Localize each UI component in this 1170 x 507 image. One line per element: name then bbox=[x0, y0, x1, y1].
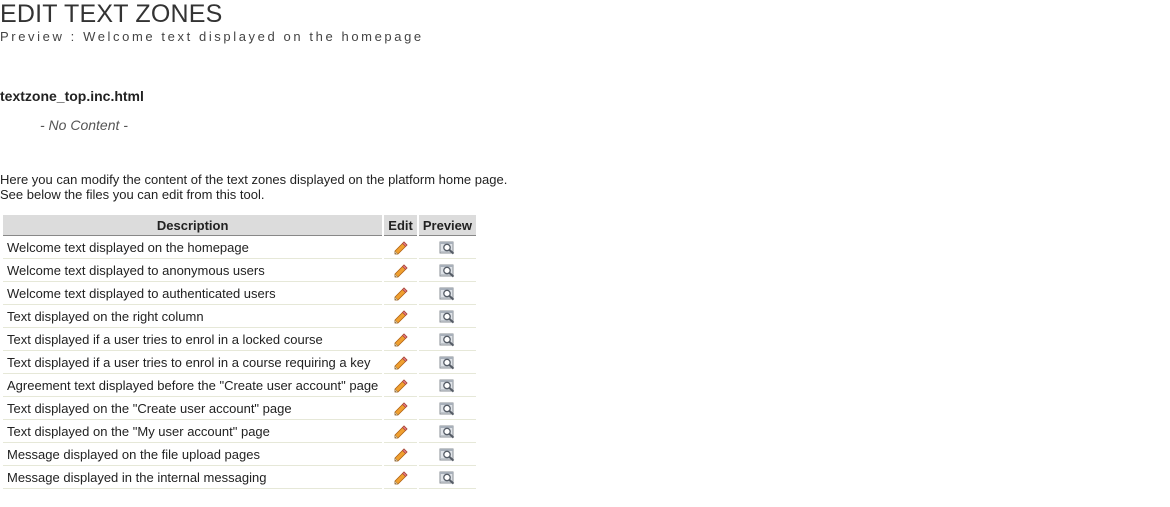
table-row: Text displayed on the right column bbox=[3, 305, 477, 328]
table-row: Text displayed if a user tries to enrol … bbox=[3, 351, 477, 374]
magnifier-preview-icon[interactable] bbox=[439, 447, 456, 462]
preview-cell bbox=[418, 328, 477, 351]
preview-cell bbox=[418, 282, 477, 305]
edit-cell bbox=[384, 351, 417, 374]
magnifier-preview-icon[interactable] bbox=[439, 286, 456, 301]
magnifier-preview-icon[interactable] bbox=[439, 470, 456, 485]
edit-cell bbox=[384, 328, 417, 351]
pencil-icon[interactable] bbox=[394, 356, 408, 370]
pencil-icon[interactable] bbox=[394, 333, 408, 347]
pencil-icon[interactable] bbox=[394, 241, 408, 255]
edit-cell bbox=[384, 374, 417, 397]
pencil-icon[interactable] bbox=[394, 402, 408, 416]
preview-cell bbox=[418, 305, 477, 328]
preview-file-name: textzone_top.inc.html bbox=[0, 88, 144, 104]
pencil-icon[interactable] bbox=[394, 448, 408, 462]
row-description: Message displayed on the file upload pag… bbox=[3, 443, 383, 466]
table-row: Text displayed if a user tries to enrol … bbox=[3, 328, 477, 351]
preview-cell bbox=[418, 420, 477, 443]
row-description: Text displayed if a user tries to enrol … bbox=[3, 328, 383, 351]
row-description: Text displayed on the "Create user accou… bbox=[3, 397, 383, 420]
table-row: Welcome text displayed to anonymous user… bbox=[3, 259, 477, 282]
table-row: Message displayed in the internal messag… bbox=[3, 466, 477, 489]
row-description: Text displayed on the right column bbox=[3, 305, 383, 328]
intro-line-1: Here you can modify the content of the t… bbox=[0, 172, 508, 187]
row-description: Text displayed on the "My user account" … bbox=[3, 420, 383, 443]
table-row: Agreement text displayed before the "Cre… bbox=[3, 374, 477, 397]
pencil-icon[interactable] bbox=[394, 287, 408, 301]
preview-cell bbox=[418, 259, 477, 282]
edit-cell bbox=[384, 282, 417, 305]
magnifier-preview-icon[interactable] bbox=[439, 401, 456, 416]
preview-cell bbox=[418, 466, 477, 489]
pencil-icon[interactable] bbox=[394, 471, 408, 485]
preview-cell bbox=[418, 236, 477, 259]
magnifier-preview-icon[interactable] bbox=[439, 309, 456, 324]
preview-content: - No Content - bbox=[40, 117, 128, 133]
magnifier-preview-icon[interactable] bbox=[439, 332, 456, 347]
pencil-icon[interactable] bbox=[394, 264, 408, 278]
column-header-edit: Edit bbox=[384, 215, 417, 236]
column-header-description: Description bbox=[3, 215, 383, 236]
edit-cell bbox=[384, 259, 417, 282]
preview-cell bbox=[418, 351, 477, 374]
edit-cell bbox=[384, 397, 417, 420]
edit-cell bbox=[384, 443, 417, 466]
table-row: Message displayed on the file upload pag… bbox=[3, 443, 477, 466]
pencil-icon[interactable] bbox=[394, 310, 408, 324]
table-row: Welcome text displayed to authenticated … bbox=[3, 282, 477, 305]
edit-cell bbox=[384, 466, 417, 489]
page-subtitle: Preview : Welcome text displayed on the … bbox=[0, 29, 424, 44]
table-header-row: Description Edit Preview bbox=[3, 215, 477, 236]
edit-cell bbox=[384, 305, 417, 328]
intro-text: Here you can modify the content of the t… bbox=[0, 172, 507, 202]
table-body: Welcome text displayed on the homepage W… bbox=[3, 236, 477, 489]
column-header-preview: Preview bbox=[418, 215, 477, 236]
pencil-icon[interactable] bbox=[394, 379, 408, 393]
edit-cell bbox=[384, 420, 417, 443]
preview-cell bbox=[418, 397, 477, 420]
row-description: Welcome text displayed to anonymous user… bbox=[3, 259, 383, 282]
magnifier-preview-icon[interactable] bbox=[439, 263, 456, 278]
intro-line-2: See below the files you can edit from th… bbox=[0, 187, 265, 202]
table-row: Text displayed on the "My user account" … bbox=[3, 420, 477, 443]
pencil-icon[interactable] bbox=[394, 425, 408, 439]
text-zones-table: Description Edit Preview Welcome text di… bbox=[1, 215, 478, 489]
row-description: Message displayed in the internal messag… bbox=[3, 466, 383, 489]
table-row: Text displayed on the "Create user accou… bbox=[3, 397, 477, 420]
row-description: Welcome text displayed on the homepage bbox=[3, 236, 383, 259]
magnifier-preview-icon[interactable] bbox=[439, 355, 456, 370]
page-title: EDIT TEXT ZONES bbox=[0, 0, 223, 28]
row-description: Agreement text displayed before the "Cre… bbox=[3, 374, 383, 397]
edit-cell bbox=[384, 236, 417, 259]
magnifier-preview-icon[interactable] bbox=[439, 424, 456, 439]
preview-cell bbox=[418, 374, 477, 397]
row-description: Welcome text displayed to authenticated … bbox=[3, 282, 383, 305]
magnifier-preview-icon[interactable] bbox=[439, 378, 456, 393]
row-description: Text displayed if a user tries to enrol … bbox=[3, 351, 383, 374]
table-row: Welcome text displayed on the homepage bbox=[3, 236, 477, 259]
preview-cell bbox=[418, 443, 477, 466]
magnifier-preview-icon[interactable] bbox=[439, 240, 456, 255]
